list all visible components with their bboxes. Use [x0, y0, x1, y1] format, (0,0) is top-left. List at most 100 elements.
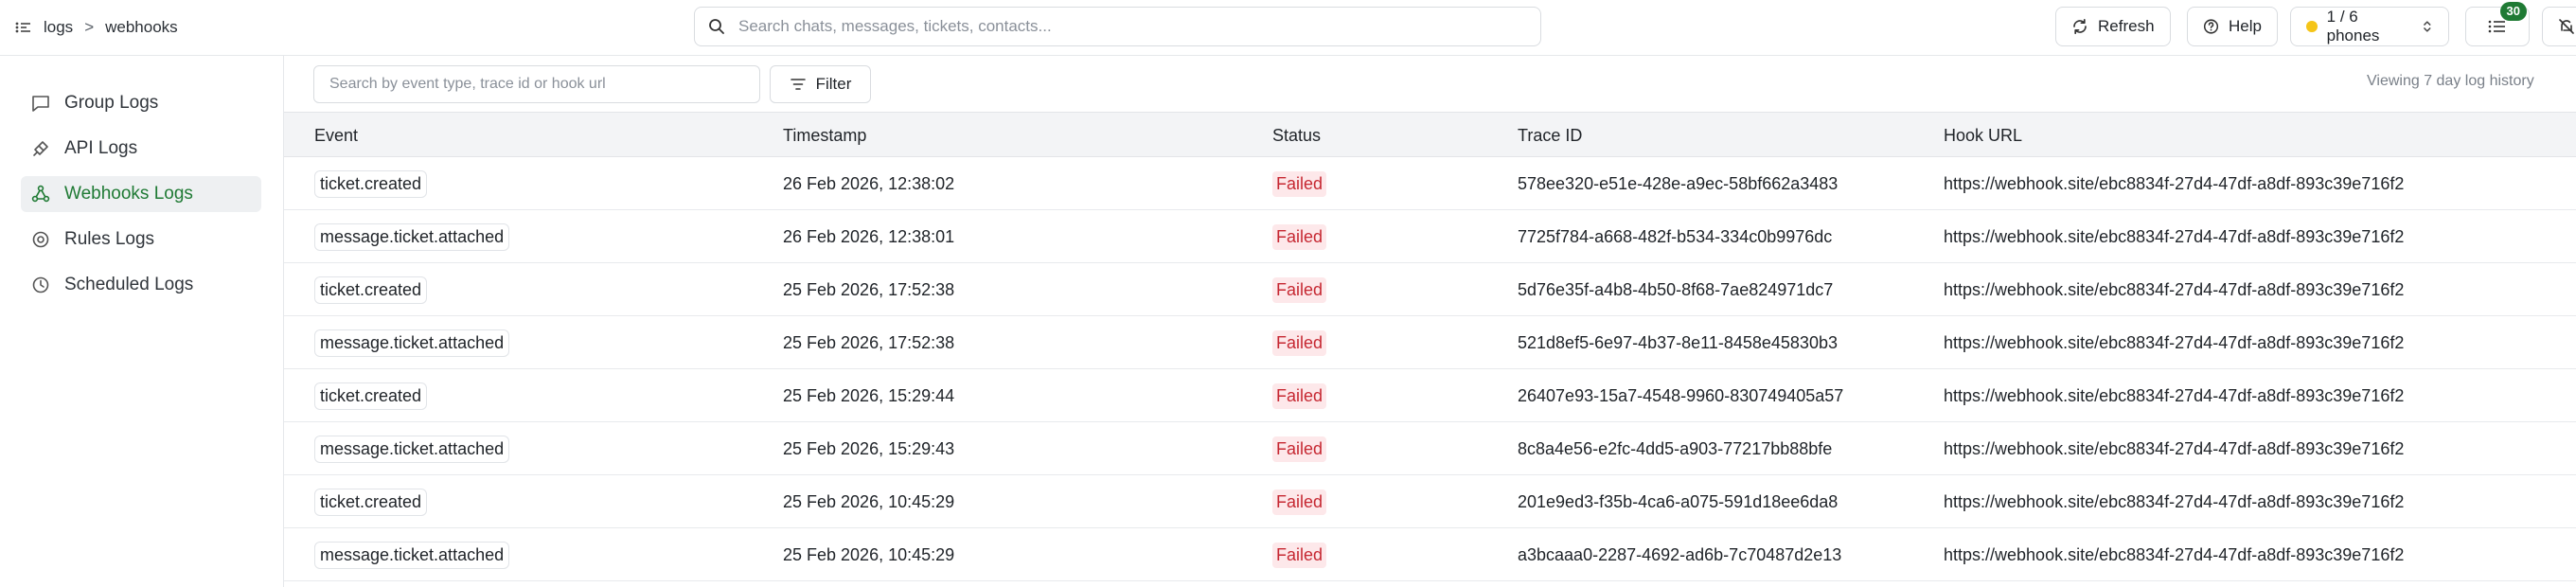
hook-url-cell: https://webhook.site/ebc8834f-27d4-47df-… — [1944, 226, 2405, 246]
trace-id-cell: 201e9ed3-f35b-4ca6-a075-591d18ee6da8 — [1518, 491, 1839, 511]
event-type-chip: message.ticket.attached — [314, 222, 510, 251]
top-bar: logs > webhooks Refresh Help 1 / 6 phone… — [0, 0, 2576, 56]
sidebar: Group Logs API Logs Webhooks Logs Rules … — [0, 56, 284, 587]
message-square-icon — [32, 96, 49, 112]
refresh-button[interactable]: Refresh — [2055, 7, 2171, 46]
timestamp-cell: 25 Feb 2026, 15:29:44 — [783, 385, 955, 405]
event-cell: message.ticket.attached — [314, 210, 510, 263]
phone-status-dot — [2306, 21, 2318, 32]
filter-button[interactable]: Filter — [770, 65, 871, 103]
table-row[interactable]: ticket.created 25 Feb 2026, 10:45:29 Faile… — [284, 475, 2576, 528]
timestamp-cell: 25 Feb 2026, 17:52:38 — [783, 332, 955, 352]
event-cell: ticket.created — [314, 157, 428, 210]
hook-url-cell: https://webhook.site/ebc8834f-27d4-47df-… — [1944, 544, 2405, 564]
status-cell: Failed — [1272, 528, 1327, 581]
sidebar-item-rules-logs[interactable]: Rules Logs — [21, 222, 261, 258]
sidebar-item-webhooks-logs[interactable]: Webhooks Logs — [21, 176, 261, 212]
timestamp-cell: 26 Feb 2026, 12:38:01 — [783, 226, 955, 246]
notification-count-badge: 30 — [2499, 2, 2527, 21]
column-header-hook-url: Hook URL — [1944, 125, 2023, 145]
trace-id-cell: 26407e93-15a7-4548-9960-830749405a57 — [1518, 385, 1844, 405]
table-row[interactable]: message.ticket.attached 26 Feb 2026, 12:3… — [284, 210, 2576, 263]
hook-url-cell: https://webhook.site/ebc8834f-27d4-47df-… — [1944, 385, 2405, 405]
timestamp-cell: 26 Feb 2026, 12:38:02 — [783, 173, 955, 193]
notifications-off-button[interactable] — [2542, 7, 2576, 46]
hook-url-cell: https://webhook.site/ebc8834f-27d4-47df-… — [1944, 279, 2405, 299]
status-badge: Failed — [1272, 276, 1327, 303]
table-header: Event Timestamp Status Trace ID Hook URL — [284, 112, 2576, 157]
global-search-input[interactable] — [738, 17, 1515, 36]
hook-url-cell: https://webhook.site/ebc8834f-27d4-47df-… — [1944, 173, 2405, 193]
event-type-chip: ticket.created — [314, 382, 428, 410]
event-cell: ticket.created — [314, 263, 428, 316]
status-badge: Failed — [1272, 170, 1327, 197]
trace-id-cell: 578ee320-e51e-428e-a9ec-58bf662a3483 — [1518, 173, 1839, 193]
event-cell: ticket.created — [314, 369, 428, 422]
help-button[interactable]: Help — [2187, 7, 2278, 46]
help-circle-icon — [2203, 19, 2219, 34]
table-body: ticket.created 26 Feb 2026, 12:38:02 Faile… — [284, 157, 2576, 581]
table-row[interactable]: ticket.created 25 Feb 2026, 17:52:38 Faile… — [284, 263, 2576, 316]
status-cell: Failed — [1272, 422, 1327, 475]
webhook-icon — [31, 185, 50, 203]
status-badge: Failed — [1272, 436, 1327, 462]
list-toggle-icon[interactable] — [15, 21, 32, 34]
status-badge: Failed — [1272, 329, 1327, 356]
status-cell: Failed — [1272, 316, 1327, 369]
event-cell: message.ticket.attached — [314, 422, 510, 475]
status-cell: Failed — [1272, 157, 1327, 210]
trace-id-cell: 5d76e35f-a4b8-4b50-8f68-7ae824971dc7 — [1518, 279, 1834, 299]
history-note: Viewing 7 day log history — [2367, 73, 2534, 89]
trace-id-cell: 521d8ef5-6e97-4b37-8e11-8458e45830b3 — [1518, 332, 1838, 352]
table-row[interactable]: message.ticket.attached 25 Feb 2026, 10:4… — [284, 528, 2576, 581]
filter-label: Filter — [815, 75, 852, 93]
target-icon — [32, 231, 49, 248]
event-type-chip: message.ticket.attached — [314, 329, 510, 357]
table-row[interactable]: message.ticket.attached 25 Feb 2026, 15:2… — [284, 422, 2576, 475]
column-header-trace-id: Trace ID — [1518, 125, 1583, 145]
breadcrumb-root[interactable]: logs — [44, 18, 73, 37]
sidebar-item-scheduled-logs[interactable]: Scheduled Logs — [21, 267, 261, 303]
help-label: Help — [2229, 17, 2262, 35]
webhook-logs-table: Event Timestamp Status Trace ID Hook URL… — [284, 112, 2576, 581]
trace-id-cell: a3bcaaa0-2287-4692-ad6b-7c70487d2e13 — [1518, 544, 1842, 564]
sidebar-item-group-logs[interactable]: Group Logs — [21, 85, 261, 121]
table-row[interactable]: message.ticket.attached 25 Feb 2026, 17:5… — [284, 316, 2576, 369]
hook-url-cell: https://webhook.site/ebc8834f-27d4-47df-… — [1944, 438, 2405, 458]
search-icon — [709, 19, 724, 34]
event-cell: message.ticket.attached — [314, 316, 510, 369]
breadcrumb-separator: > — [84, 18, 95, 36]
status-cell: Failed — [1272, 475, 1327, 528]
event-type-chip: message.ticket.attached — [314, 435, 510, 463]
list-icon — [2488, 20, 2505, 33]
status-badge: Failed — [1272, 489, 1327, 515]
filter-icon — [790, 79, 806, 90]
sidebar-item-api-logs[interactable]: API Logs — [21, 131, 261, 167]
timestamp-cell: 25 Feb 2026, 17:52:38 — [783, 279, 955, 299]
sidebar-item-label: API Logs — [64, 138, 138, 158]
log-search[interactable] — [313, 65, 760, 103]
phones-selector[interactable]: 1 / 6 phones — [2290, 7, 2449, 46]
timestamp-cell: 25 Feb 2026, 15:29:43 — [783, 438, 955, 458]
event-type-chip: message.ticket.attached — [314, 541, 510, 569]
global-search[interactable] — [694, 7, 1541, 46]
chevron-up-down-icon — [2424, 21, 2431, 32]
event-type-chip: ticket.created — [314, 276, 428, 304]
sidebar-item-label: Group Logs — [64, 93, 159, 113]
timestamp-cell: 25 Feb 2026, 10:45:29 — [783, 544, 955, 564]
event-cell: ticket.created — [314, 475, 428, 528]
table-row[interactable]: ticket.created 26 Feb 2026, 12:38:02 Faile… — [284, 157, 2576, 210]
sidebar-item-label: Scheduled Logs — [64, 275, 194, 294]
event-type-chip: ticket.created — [314, 488, 428, 516]
table-row[interactable]: ticket.created 25 Feb 2026, 15:29:44 Faile… — [284, 369, 2576, 422]
breadcrumb: logs > webhooks — [15, 0, 178, 55]
trace-id-cell: 7725f784-a668-482f-b534-334c0b9976dc — [1518, 226, 1833, 246]
status-badge: Failed — [1272, 382, 1327, 409]
phones-label: 1 / 6 phones — [2326, 8, 2380, 44]
log-search-input[interactable] — [329, 76, 746, 93]
column-header-timestamp: Timestamp — [783, 125, 867, 145]
status-cell: Failed — [1272, 210, 1327, 263]
tasks-button[interactable]: 30 — [2465, 2, 2530, 46]
hook-url-cell: https://webhook.site/ebc8834f-27d4-47df-… — [1944, 491, 2405, 511]
hook-url-cell: https://webhook.site/ebc8834f-27d4-47df-… — [1944, 332, 2405, 352]
